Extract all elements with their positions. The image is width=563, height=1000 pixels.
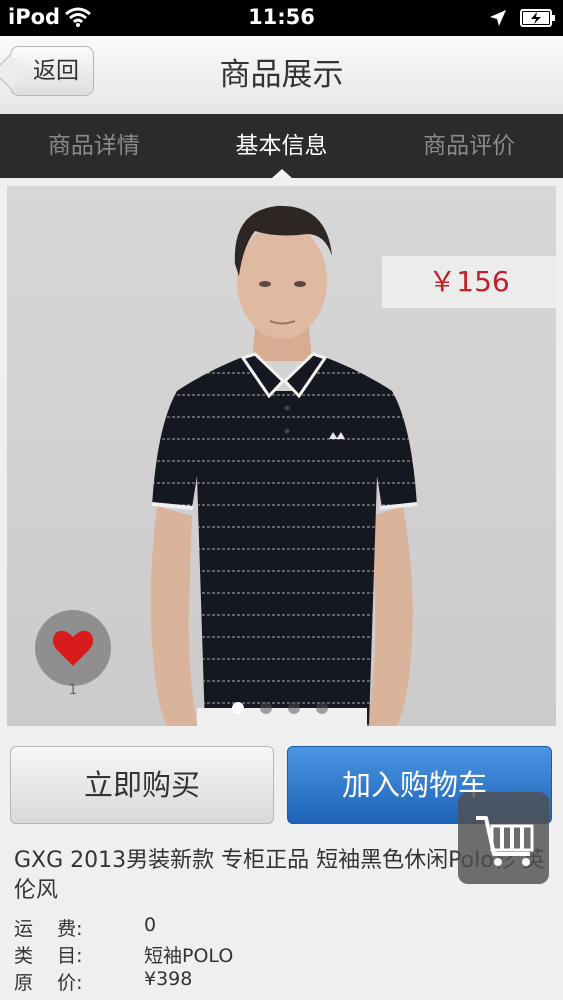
page-dot-active[interactable] <box>232 702 244 714</box>
page-dot[interactable] <box>288 702 300 714</box>
heart-icon <box>52 630 94 666</box>
tab-product-details[interactable]: 商品详情 <box>0 114 188 178</box>
buy-now-button[interactable]: 立即购买 <box>10 746 274 824</box>
price-tag: ￥156 <box>382 256 556 308</box>
info-value: 短袖POLO <box>144 945 234 967</box>
info-label: 类 目: <box>14 945 83 967</box>
clock: 11:56 <box>248 5 315 29</box>
status-bar: iPod 11:56 <box>0 0 563 36</box>
tab-bar: 商品详情 基本信息 商品评价 <box>0 114 563 178</box>
page-dot[interactable] <box>260 702 272 714</box>
tab-basic-info[interactable]: 基本信息 <box>188 114 376 178</box>
back-button[interactable]: 返回 <box>10 46 94 96</box>
navigation-bar: 商品展示 返回 <box>0 36 563 115</box>
info-label: 原 价: <box>14 972 83 994</box>
tab-product-reviews[interactable]: 商品评价 <box>375 114 563 178</box>
location-arrow-icon <box>490 10 506 26</box>
like-button[interactable] <box>35 610 111 686</box>
info-label: 运 费: <box>14 918 83 940</box>
floating-cart-button[interactable] <box>458 792 549 884</box>
shopping-cart-icon <box>476 816 534 866</box>
battery-charging-icon <box>520 9 555 27</box>
info-value: 0 <box>144 914 157 936</box>
page-dot[interactable] <box>316 702 328 714</box>
like-count: 1 <box>68 682 78 698</box>
product-image-carousel[interactable]: ￥156 1 <box>7 186 556 726</box>
info-value: ¥398 <box>144 968 193 990</box>
carousel-page-indicator <box>232 702 328 714</box>
